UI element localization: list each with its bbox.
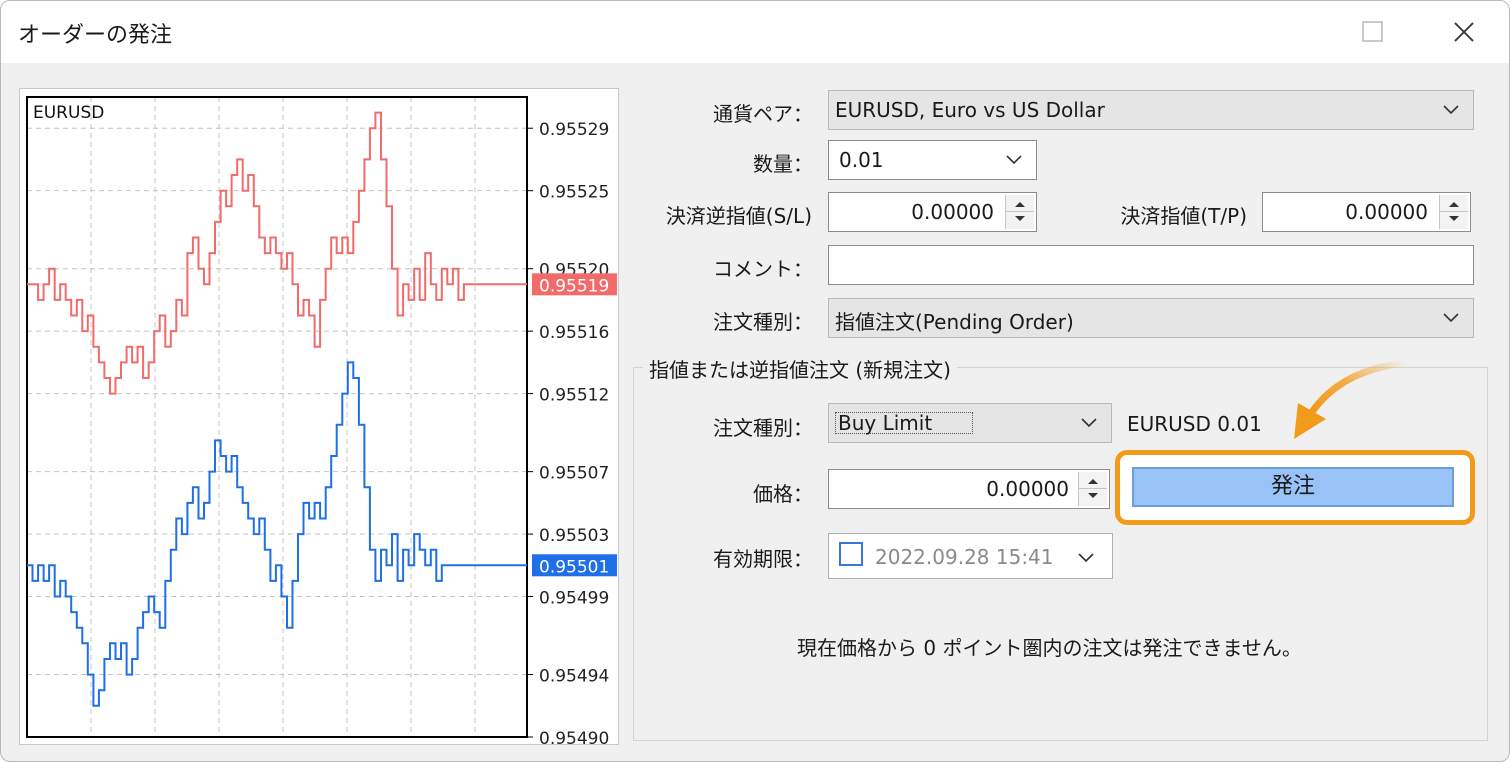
chart-symbol: EURUSD <box>33 103 104 123</box>
close-icon <box>1454 22 1474 42</box>
price-tick-label: 0.95490 <box>539 729 609 744</box>
tp-input[interactable]: 0.00000 <box>1262 192 1471 232</box>
comment-label: コメント： <box>713 257 813 281</box>
maximize-icon <box>1362 21 1383 42</box>
pending-type-label: 注文種別： <box>713 416 813 440</box>
comment-input[interactable] <box>828 245 1474 285</box>
current-price-label: 0.95519 <box>539 276 609 296</box>
price-tick-label: 0.95516 <box>539 323 609 343</box>
expiry-checkbox[interactable] <box>839 542 863 566</box>
chevron-down-icon <box>1081 418 1097 428</box>
maximize-button[interactable] <box>1326 1 1416 63</box>
plot-border <box>26 96 528 738</box>
sl-spinner[interactable] <box>1005 195 1034 229</box>
expiry-value: 2022.09.28 15:41 <box>875 545 1054 569</box>
info-message: 現在価格から 0 ポイント圏内の注文は発注できません。 <box>797 636 1302 660</box>
title-bar: オーダーの発注 <box>1 1 1509 63</box>
pending-type-value: Buy Limit <box>835 412 974 434</box>
spin-up-icon[interactable] <box>1440 195 1468 212</box>
sl-value: 0.00000 <box>911 200 994 224</box>
price-tick-label: 0.95494 <box>539 667 609 687</box>
volume-label: 数量： <box>753 152 813 176</box>
price-tick-label: 0.95529 <box>539 120 609 140</box>
series-line-ask <box>27 111 527 395</box>
place-order-button[interactable]: 発注 <box>1132 467 1454 507</box>
price-tick-label: 0.95525 <box>539 183 609 203</box>
pending-type-select[interactable]: Buy Limit <box>828 403 1112 443</box>
volume-select[interactable]: 0.01 <box>828 140 1037 180</box>
volume-value: 0.01 <box>839 148 884 172</box>
pair-value: EURUSD, Euro vs US Dollar <box>835 98 1105 122</box>
window-title: オーダーの発注 <box>18 23 173 48</box>
tp-label: 決済指値(T/P) <box>1120 204 1247 228</box>
expiry-label: 有効期限： <box>713 547 813 571</box>
price-label: 価格： <box>753 482 813 506</box>
order-type-label: 注文種別： <box>713 310 813 334</box>
sl-input[interactable]: 0.00000 <box>828 192 1037 232</box>
chevron-down-icon <box>1078 553 1094 563</box>
tp-value: 0.00000 <box>1345 200 1428 224</box>
price-spinner[interactable] <box>1078 472 1107 506</box>
spin-up-icon[interactable] <box>1006 195 1034 212</box>
close-button[interactable] <box>1416 1 1506 63</box>
pair-label: 通貨ペア： <box>713 102 813 126</box>
price-tick-label: 0.95499 <box>539 589 609 609</box>
sl-label: 決済逆指値(S/L) <box>665 204 812 228</box>
highlight-arrow-icon <box>1294 359 1412 439</box>
pair-select[interactable]: EURUSD, Euro vs US Dollar <box>828 90 1474 130</box>
spin-down-icon[interactable] <box>1006 212 1034 229</box>
price-chart: 0.95529 0.95525 0.95520 0.95516 0.95512 0.955… <box>19 88 619 745</box>
spin-down-icon[interactable] <box>1440 212 1468 229</box>
order-type-select[interactable]: 指値注文(Pending Order) <box>828 298 1474 338</box>
order-summary: EURUSD 0.01 <box>1127 412 1262 436</box>
chevron-down-icon <box>1443 105 1459 115</box>
chart-canvas: 0.955290.955250.955200.955160.955120.955… <box>26 96 617 744</box>
spin-up-icon[interactable] <box>1079 472 1107 489</box>
price-tick-label: 0.95507 <box>539 464 609 484</box>
pending-group-title: 指値または逆指値注文 (新規注文) <box>643 354 957 383</box>
price-value: 0.00000 <box>986 477 1069 501</box>
price-tick-label: 0.95503 <box>539 526 609 546</box>
order-type-value: 指値注文(Pending Order) <box>835 310 1074 334</box>
price-input[interactable]: 0.00000 <box>828 469 1110 509</box>
chevron-down-icon <box>1006 155 1022 165</box>
expiry-picker[interactable]: 2022.09.28 15:41 <box>828 533 1113 579</box>
tp-spinner[interactable] <box>1439 195 1468 229</box>
spin-down-icon[interactable] <box>1079 489 1107 506</box>
price-tick-label: 0.95512 <box>539 386 609 406</box>
current-price-label: 0.95501 <box>539 557 609 577</box>
chevron-down-icon <box>1443 313 1459 323</box>
